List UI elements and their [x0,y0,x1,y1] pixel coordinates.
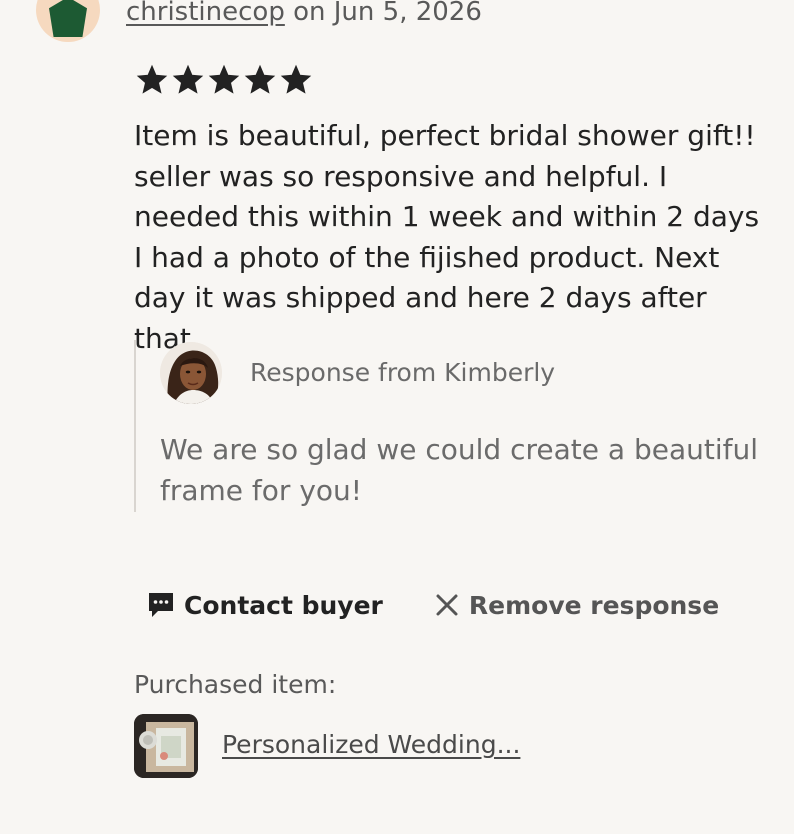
remove-response-button[interactable]: Remove response [433,591,719,620]
star-icon [244,64,276,94]
response-from-label: Response from Kimberly [250,358,556,387]
star-icon [136,64,168,94]
responder-avatar [160,342,222,404]
seller-response: Response from Kimberly We are so glad we… [134,340,776,512]
response-text: We are so glad we could create a beautif… [160,433,758,507]
review-text: Item is beautiful, perfect bridal shower… [134,119,760,355]
purchased-item-label: Purchased item: [134,670,337,699]
purchased-item-link[interactable]: Personalized Wedding... [222,730,520,759]
date-prefix: on [284,0,334,27]
remove-response-label: Remove response [468,590,720,620]
reviewer-line: christinecop on Jun 5, 2026 [126,0,482,27]
reviewer-avatar[interactable] [36,0,100,42]
contact-buyer-button[interactable]: Contact buyer [146,590,383,620]
review-date: Jun 5, 2026 [333,0,482,27]
star-icon [280,64,312,94]
review-actions: Contact buyer Remove response [146,590,719,620]
close-icon [433,591,461,619]
contact-buyer-label: Contact buyer [184,590,383,620]
chat-bubble-icon [146,590,176,620]
review-card: christinecop on Jun 5, 2026 Item is beau… [0,0,794,834]
star-icon [172,64,204,94]
reviewer-name-link[interactable]: christinecop [126,0,285,27]
avatar-shape-icon [49,0,87,37]
star-rating [136,64,312,96]
star-icon [208,64,240,94]
purchased-item-thumbnail[interactable] [134,714,198,778]
